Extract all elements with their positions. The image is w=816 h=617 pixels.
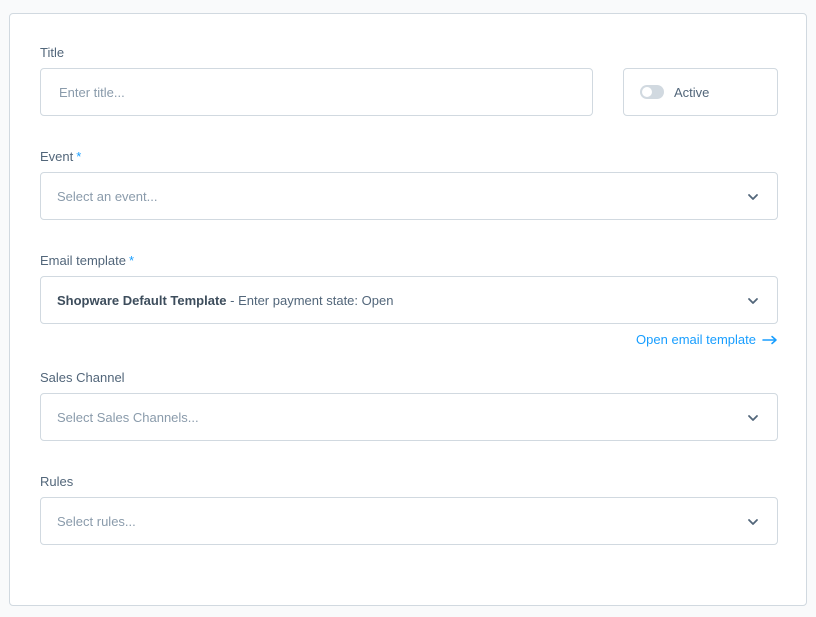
email-template-label-text: Email template [40,253,126,268]
active-label: Active [674,84,710,100]
flow-settings-card: Title Active Event* Select an event... E… [9,13,807,606]
email-template-selected-value: Shopware Default Template - Enter paymen… [57,293,393,308]
event-select-placeholder: Select an event... [57,188,158,204]
chevron-down-icon [748,194,758,200]
chevron-down-icon [748,298,758,304]
event-select[interactable]: Select an event... [40,172,778,220]
chevron-down-icon [748,415,758,421]
email-template-label: Email template * [40,253,134,269]
rules-label: Rules [40,474,74,489]
sales-channel-placeholder: Select Sales Channels... [57,409,199,425]
open-email-template-link[interactable]: Open email template [636,332,778,347]
sales-channel-label: Sales Channel [40,370,125,385]
title-input[interactable] [57,83,576,101]
chevron-down-icon [748,519,758,525]
email-template-name: Shopware Default Template [57,292,227,308]
event-label-text: Event [40,149,74,164]
title-field[interactable] [40,68,593,116]
email-template-select[interactable]: Shopware Default Template - Enter paymen… [40,276,778,324]
event-label: Event * [40,149,81,165]
active-switch-container: Active [623,68,778,116]
rules-placeholder: Select rules... [57,513,136,529]
open-email-template-link-text: Open email template [636,332,756,347]
required-mark: * [128,253,135,268]
title-label: Title [40,45,65,60]
rules-select[interactable]: Select rules... [40,497,778,545]
toggle-knob [642,87,652,97]
email-template-description: - Enter payment state: Open [226,292,394,308]
required-mark: * [76,149,82,164]
active-toggle[interactable] [640,85,664,99]
arrow-right-icon [762,335,777,344]
sales-channel-select[interactable]: Select Sales Channels... [40,393,778,441]
